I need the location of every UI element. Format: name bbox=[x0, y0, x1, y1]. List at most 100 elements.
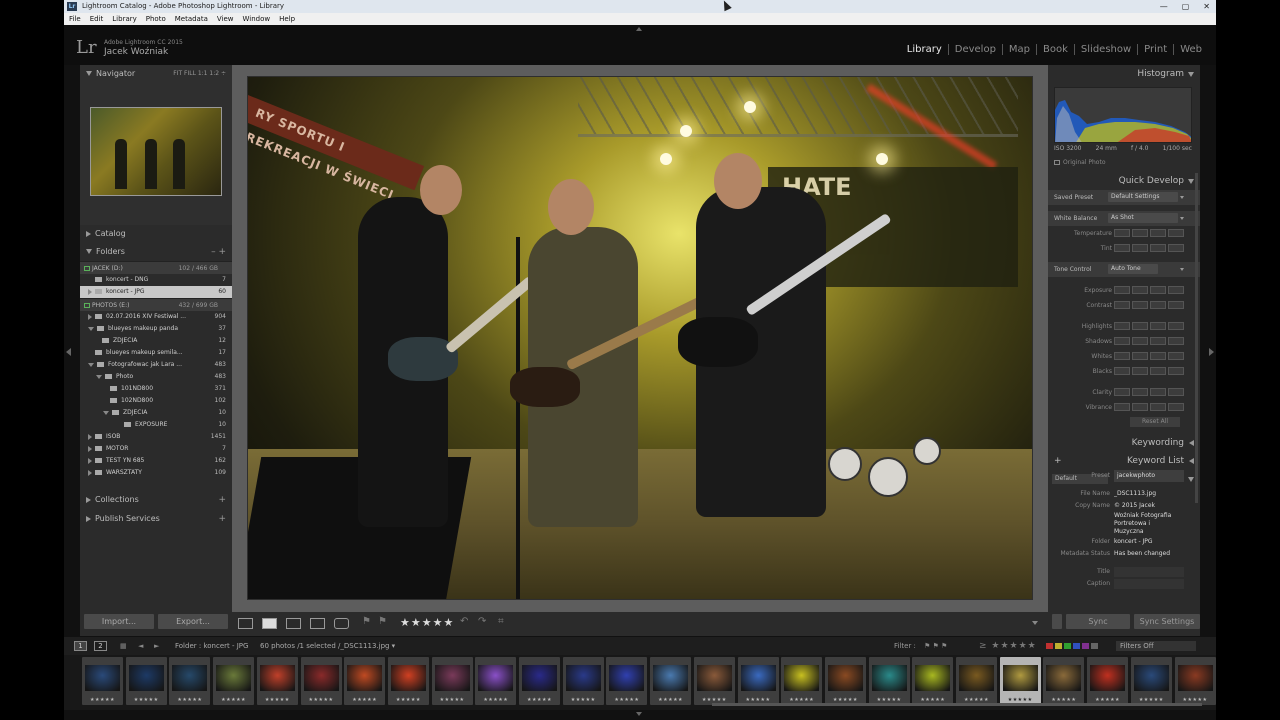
filmstrip-thumbnail[interactable]: ★★★★★ bbox=[256, 657, 298, 705]
histogram-header[interactable]: Histogram bbox=[1048, 65, 1200, 83]
auto-tone-button[interactable]: Auto Tone bbox=[1108, 264, 1158, 274]
module-web[interactable]: Web bbox=[1174, 44, 1208, 55]
module-slideshow[interactable]: Slideshow bbox=[1075, 44, 1139, 55]
loupe-view-icon[interactable] bbox=[262, 618, 277, 629]
toolbar-menu-icon[interactable] bbox=[1032, 621, 1038, 625]
folder-row[interactable]: 102ND800 102 bbox=[80, 395, 232, 407]
sync-toggle-icon[interactable] bbox=[1052, 614, 1062, 629]
folder-row[interactable]: blueyes makeup semila... 17 bbox=[80, 347, 232, 359]
left-panel-toggle-icon[interactable] bbox=[66, 348, 71, 356]
main-window-button[interactable]: 1 bbox=[74, 641, 87, 651]
filmstrip-thumbnail[interactable]: ★★★★★ bbox=[125, 657, 167, 705]
copy-name-value[interactable]: © 2015 Jacek bbox=[1114, 500, 1184, 512]
add-keyword-button[interactable]: + bbox=[1054, 452, 1062, 470]
crop-icon[interactable]: ⌗ bbox=[498, 616, 504, 627]
rotate-left-icon[interactable]: ↶ bbox=[460, 616, 468, 627]
filmstrip-scrollbar[interactable] bbox=[712, 703, 1202, 706]
filmstrip-thumbnail[interactable]: ★★★★★ bbox=[1174, 657, 1216, 705]
keywording-header[interactable]: Keywording bbox=[1048, 434, 1200, 452]
filmstrip-thumbnail[interactable]: ★★★★★ bbox=[956, 657, 997, 705]
filmstrip-thumbnail[interactable]: ★★★★★ bbox=[1130, 657, 1172, 705]
folder-add-remove[interactable]: – + bbox=[211, 243, 226, 261]
minimize-button[interactable]: — bbox=[1160, 0, 1168, 13]
contrast-steppers[interactable] bbox=[1114, 301, 1184, 309]
green-label-icon[interactable] bbox=[1064, 643, 1071, 649]
filmstrip-thumbnail-selected[interactable]: ★★★★★ bbox=[999, 657, 1041, 705]
main-photo[interactable]: RY SPORTU I REKREACJI W ŚWIECI HATE bbox=[247, 76, 1033, 600]
grid-view-icon[interactable] bbox=[238, 618, 253, 629]
filmstrip-thumbnail[interactable]: ★★★★★ bbox=[562, 657, 604, 705]
flag-filter-icon[interactable]: ⚑ ⚑ ⚑ bbox=[924, 637, 947, 655]
rotate-right-icon[interactable]: ↷ bbox=[478, 616, 486, 627]
folder-row[interactable]: ZDJECIA 10 bbox=[80, 407, 232, 419]
top-panel-toggle-icon[interactable] bbox=[636, 27, 642, 31]
filmstrip-thumbnail[interactable]: ★★★★★ bbox=[387, 657, 429, 705]
saved-preset-dropdown[interactable]: Default Settings bbox=[1108, 192, 1178, 202]
module-develop[interactable]: Develop bbox=[949, 44, 1003, 55]
red-label-icon[interactable] bbox=[1046, 643, 1053, 649]
rating-filter[interactable]: ≥ ★★★★★ bbox=[979, 637, 1037, 655]
close-button[interactable]: ✕ bbox=[1203, 0, 1210, 13]
filmstrip-thumbnail[interactable]: ★★★★★ bbox=[824, 657, 866, 705]
folder-row[interactable]: EXPOSURE 10 bbox=[80, 419, 232, 431]
back-arrow-icon[interactable]: ◄ bbox=[138, 637, 143, 655]
folder-row[interactable]: MOTOR 7 bbox=[80, 443, 232, 455]
menu-help[interactable]: Help bbox=[279, 13, 295, 25]
menu-window[interactable]: Window bbox=[243, 13, 271, 25]
filmstrip-thumbnail[interactable]: ★★★★★ bbox=[606, 657, 648, 705]
catalog-panel-header[interactable]: Catalog bbox=[80, 225, 232, 243]
filmstrip-thumbnail[interactable]: ★★★★★ bbox=[431, 657, 473, 705]
menu-library[interactable]: Library bbox=[112, 13, 136, 25]
folder-row[interactable]: Photo 483 bbox=[80, 371, 232, 383]
folder-row[interactable]: 02.07.2016 XIV Festiwal ... 904 bbox=[80, 311, 232, 323]
highlights-steppers[interactable] bbox=[1114, 322, 1184, 330]
add-collection-button[interactable]: + bbox=[218, 491, 226, 509]
folder-row[interactable]: 101ND800 371 bbox=[80, 383, 232, 395]
quick-develop-header[interactable]: Quick Develop bbox=[1048, 172, 1200, 190]
right-panel-scrollbar[interactable] bbox=[1195, 173, 1198, 503]
file-name-value[interactable]: _DSC1113.jpg bbox=[1114, 488, 1184, 500]
module-print[interactable]: Print bbox=[1138, 44, 1175, 55]
menu-photo[interactable]: Photo bbox=[146, 13, 166, 25]
module-library[interactable]: Library bbox=[901, 44, 949, 55]
reset-all-button[interactable]: Reset All bbox=[1130, 417, 1180, 427]
folder-row[interactable]: blueyes makeup panda 37 bbox=[80, 323, 232, 335]
white-balance-dropdown[interactable]: As Shot bbox=[1108, 213, 1178, 223]
volume-jacek[interactable]: JACEK (D:) 102 / 466 GB bbox=[80, 261, 232, 274]
folder-row[interactable]: ZDJECIA 12 bbox=[80, 335, 232, 347]
add-publish-service-button[interactable]: + bbox=[218, 510, 226, 528]
filmstrip-thumbnail[interactable]: ★★★★★ bbox=[519, 657, 560, 705]
folder-value[interactable]: koncert - JPG bbox=[1114, 536, 1184, 548]
navigator-header[interactable]: Navigator FIT FILL 1:1 1:2 ÷ bbox=[80, 65, 232, 83]
yellow-label-icon[interactable] bbox=[1055, 643, 1062, 649]
filmstrip-thumbnail[interactable]: ★★★★★ bbox=[781, 657, 823, 705]
clarity-steppers[interactable] bbox=[1114, 388, 1184, 396]
sync-settings-button[interactable]: Sync Settings bbox=[1134, 614, 1200, 629]
filmstrip-info[interactable]: 60 photos /1 selected /_DSC1113.jpg ▾ bbox=[260, 637, 395, 655]
maximize-button[interactable]: ▢ bbox=[1182, 0, 1190, 13]
rating-stars[interactable]: ★★★★★ bbox=[400, 616, 454, 629]
filmstrip-thumbnail[interactable]: ★★★★★ bbox=[912, 657, 954, 705]
people-view-icon[interactable] bbox=[334, 618, 349, 629]
secondary-window-button[interactable]: 2 bbox=[94, 641, 107, 651]
flag-icon[interactable]: ⚑ bbox=[362, 616, 371, 627]
module-book[interactable]: Book bbox=[1037, 44, 1075, 55]
original-photo-checkbox[interactable]: Original Photo bbox=[1054, 159, 1106, 166]
vibrance-steppers[interactable] bbox=[1114, 403, 1184, 411]
filmstrip-thumbnail[interactable]: ★★★★★ bbox=[1043, 657, 1085, 705]
histogram-chart[interactable] bbox=[1054, 87, 1192, 143]
keyword-list-header[interactable]: + Keyword List bbox=[1048, 452, 1200, 470]
filmstrip-thumbnail[interactable]: ★★★★★ bbox=[82, 657, 123, 705]
menu-edit[interactable]: Edit bbox=[90, 13, 104, 25]
folder-row[interactable]: Fotografowac jak Lara ... 483 bbox=[80, 359, 232, 371]
zoom-options[interactable]: FIT FILL 1:1 1:2 ÷ bbox=[173, 65, 226, 83]
purple-label-icon[interactable] bbox=[1082, 643, 1089, 649]
compare-view-icon[interactable] bbox=[286, 618, 301, 629]
filmstrip-thumbnail[interactable]: ★★★★★ bbox=[169, 657, 211, 705]
filmstrip-thumbnail[interactable]: ★★★★★ bbox=[475, 657, 517, 705]
folders-header[interactable]: Folders – + bbox=[80, 243, 232, 261]
survey-view-icon[interactable] bbox=[310, 618, 325, 629]
whites-steppers[interactable] bbox=[1114, 352, 1184, 360]
folder-row[interactable]: WARSZTATY 109 bbox=[80, 467, 232, 479]
folder-row[interactable]: koncert - DNG 7 bbox=[80, 274, 232, 286]
